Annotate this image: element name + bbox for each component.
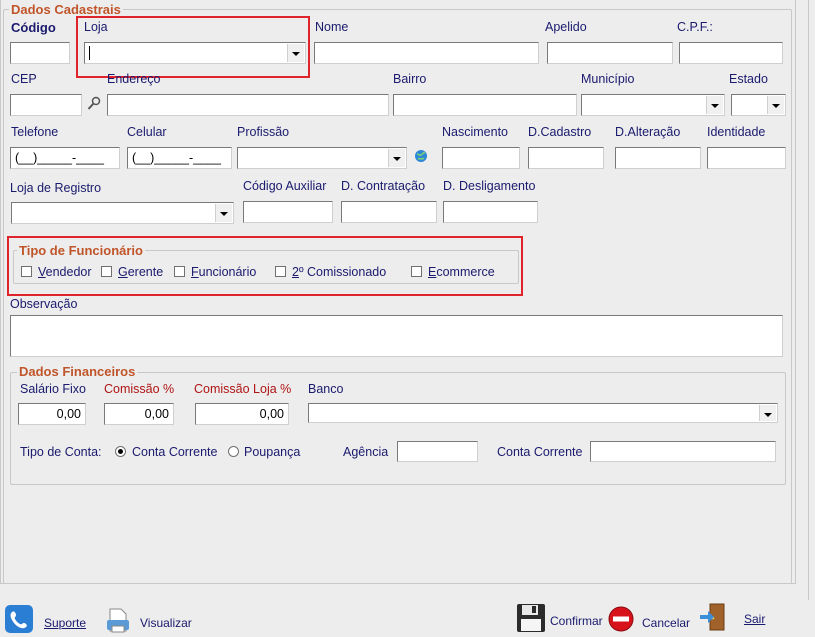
salario-fixo-label: Salário Fixo — [20, 382, 86, 396]
confirmar-label: Confirmar — [550, 614, 603, 628]
bairro-input[interactable] — [393, 94, 577, 116]
nome-label: Nome — [315, 20, 349, 34]
d-contratacao-input[interactable] — [341, 201, 437, 223]
globe-icon[interactable] — [414, 149, 428, 163]
telefone-input[interactable]: (__)_____-____ — [10, 147, 120, 169]
confirmar-button[interactable]: Confirmar — [515, 602, 603, 634]
nascimento-label: Nascimento — [442, 125, 508, 139]
profissao-label: Profissão — [237, 125, 290, 139]
bairro-label: Bairro — [393, 72, 427, 86]
agencia-input[interactable] — [397, 441, 478, 462]
apelido-label: Apelido — [545, 20, 587, 34]
suporte-button[interactable]: Suporte — [4, 604, 94, 634]
loja-registro-select[interactable] — [11, 202, 234, 224]
floppy-disk-icon — [515, 602, 547, 634]
loja-highlight — [76, 16, 310, 78]
cancelar-label: Cancelar — [642, 616, 691, 630]
profissao-select[interactable] — [237, 147, 407, 169]
observacao-label: Observação — [10, 297, 78, 311]
right-edge-line — [808, 0, 809, 600]
stop-icon — [608, 606, 634, 632]
sair-button[interactable]: Sair — [698, 602, 773, 634]
search-icon[interactable] — [87, 96, 101, 112]
cancelar-button[interactable]: Cancelar — [608, 604, 693, 634]
d-alteracao-label: D.Alteração — [615, 125, 681, 139]
telefone-label: Telefone — [11, 125, 59, 139]
suporte-label: Suporte — [44, 616, 87, 630]
visualizar-label: Visualizar — [140, 616, 192, 630]
chevron-down-icon[interactable] — [767, 96, 784, 114]
comissao-loja-input[interactable]: 0,00 — [195, 403, 289, 425]
identidade-label: Identidade — [707, 125, 766, 139]
sair-label: Sair — [744, 612, 766, 626]
salario-fixo-input[interactable]: 0,00 — [18, 403, 86, 425]
cep-label: CEP — [11, 72, 37, 86]
comissao-loja-label: Comissão Loja % — [194, 382, 292, 396]
d-contratacao-label: D. Contratação — [341, 179, 426, 193]
dados-cadastrais-legend: Dados Cadastrais — [9, 2, 123, 17]
cpf-label: C.P.F.: — [677, 20, 713, 34]
poupanca-radio-label[interactable]: Poupança — [244, 445, 300, 459]
visualizar-button[interactable]: Visualizar — [104, 604, 204, 634]
codigo-auxiliar-input[interactable] — [243, 201, 333, 223]
cep-input[interactable] — [10, 94, 82, 116]
comissao-label: Comissão % — [104, 382, 175, 396]
d-cadastro-label: D.Cadastro — [528, 125, 592, 139]
observacao-textarea[interactable] — [10, 315, 783, 357]
municipio-select[interactable] — [581, 94, 725, 116]
celular-label: Celular — [127, 125, 167, 139]
codigo-input[interactable] — [10, 42, 70, 64]
phone-icon — [4, 604, 34, 634]
d-desligamento-input[interactable] — [443, 201, 538, 223]
loja-registro-label: Loja de Registro — [10, 181, 102, 195]
d-cadastro-input[interactable] — [528, 147, 604, 169]
agencia-label: Agência — [343, 445, 389, 459]
exit-door-icon — [698, 602, 730, 632]
apelido-input[interactable] — [547, 42, 673, 64]
tipo-funcionario-highlight — [7, 236, 523, 296]
print-preview-icon — [104, 606, 132, 634]
banco-select[interactable] — [308, 403, 778, 423]
endereco-input[interactable] — [107, 94, 389, 116]
tipo-conta-label: Tipo de Conta: — [20, 445, 102, 459]
conta-corrente-input[interactable] — [590, 441, 776, 462]
nascimento-input[interactable] — [442, 147, 520, 169]
chevron-down-icon[interactable] — [215, 204, 232, 222]
banco-label: Banco — [308, 382, 344, 396]
conta-corrente-radio[interactable] — [115, 446, 126, 457]
identidade-input[interactable] — [707, 147, 786, 169]
chevron-down-icon[interactable] — [706, 96, 723, 114]
municipio-label: Município — [581, 72, 635, 86]
chevron-down-icon[interactable] — [759, 405, 776, 421]
chevron-down-icon[interactable] — [388, 149, 405, 167]
endereco-label: Endereço — [107, 72, 161, 86]
estado-select[interactable] — [731, 94, 786, 116]
estado-label: Estado — [729, 72, 768, 86]
d-alteracao-input[interactable] — [615, 147, 701, 169]
codigo-label: Código — [11, 20, 56, 35]
nome-input[interactable] — [314, 42, 539, 64]
poupanca-radio[interactable] — [228, 446, 239, 457]
celular-input[interactable]: (__)_____-____ — [127, 147, 232, 169]
codigo-auxiliar-label: Código Auxiliar — [243, 179, 327, 193]
comissao-input[interactable]: 0,00 — [104, 403, 174, 425]
dados-financeiros-legend: Dados Financeiros — [17, 364, 138, 379]
cpf-input[interactable] — [679, 42, 783, 64]
conta-corrente-label: Conta Corrente — [497, 445, 583, 459]
d-desligamento-label: D. Desligamento — [443, 179, 536, 193]
conta-corrente-radio-label[interactable]: Conta Corrente — [132, 445, 217, 459]
